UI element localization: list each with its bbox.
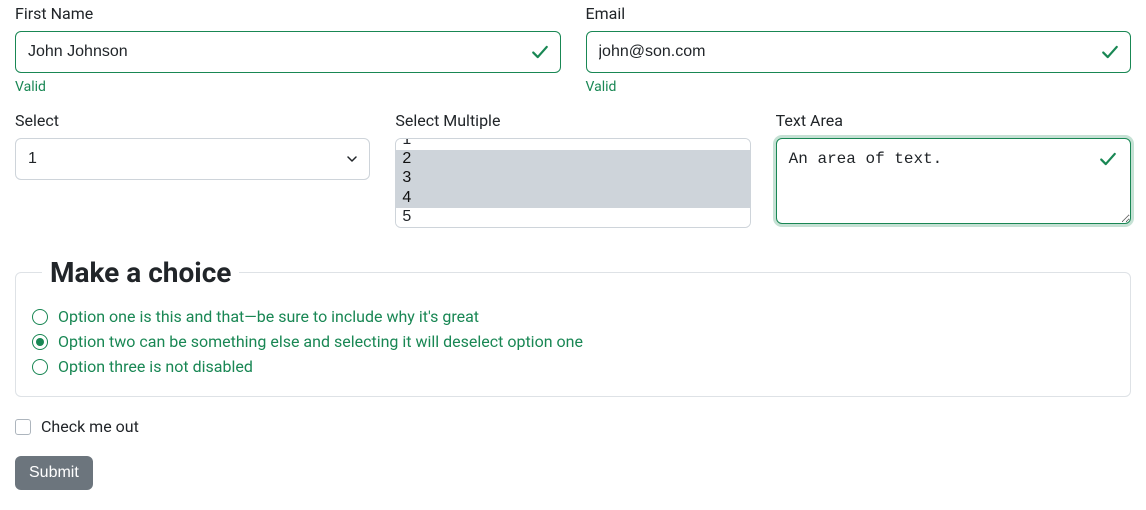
checkbox-label: Check me out bbox=[41, 417, 139, 436]
select-label: Select bbox=[15, 111, 370, 130]
radio-option-1-label: Option one is this and that—be sure to i… bbox=[58, 307, 479, 326]
first-name-feedback: Valid bbox=[15, 79, 561, 95]
radio-icon bbox=[32, 334, 48, 350]
radio-option-2-label: Option two can be something else and sel… bbox=[58, 332, 583, 351]
first-name-input[interactable] bbox=[15, 31, 561, 73]
checkbox-item[interactable]: Check me out bbox=[15, 417, 1131, 436]
radio-option-1[interactable]: Option one is this and that—be sure to i… bbox=[32, 307, 1114, 326]
radio-option-3[interactable]: Option three is not disabled bbox=[32, 357, 1114, 376]
radio-option-3-label: Option three is not disabled bbox=[58, 357, 253, 376]
checkbox-icon bbox=[15, 419, 31, 435]
textarea-label: Text Area bbox=[776, 111, 1131, 130]
select-multiple-input[interactable]: 12345 bbox=[395, 138, 750, 228]
radio-option-2[interactable]: Option two can be something else and sel… bbox=[32, 332, 1114, 351]
first-name-label: First Name bbox=[15, 4, 561, 23]
submit-button[interactable]: Submit bbox=[15, 456, 93, 490]
email-label: Email bbox=[586, 4, 1132, 23]
email-input[interactable] bbox=[586, 31, 1132, 73]
select-multiple-label: Select Multiple bbox=[395, 111, 750, 130]
radio-icon bbox=[32, 359, 48, 375]
fieldset-legend: Make a choice bbox=[42, 256, 239, 289]
select-input[interactable]: 12345 bbox=[15, 138, 370, 180]
radio-icon bbox=[32, 309, 48, 325]
email-feedback: Valid bbox=[586, 79, 1132, 95]
textarea-input[interactable] bbox=[776, 138, 1131, 224]
choice-fieldset: Make a choice Option one is this and tha… bbox=[15, 256, 1131, 397]
